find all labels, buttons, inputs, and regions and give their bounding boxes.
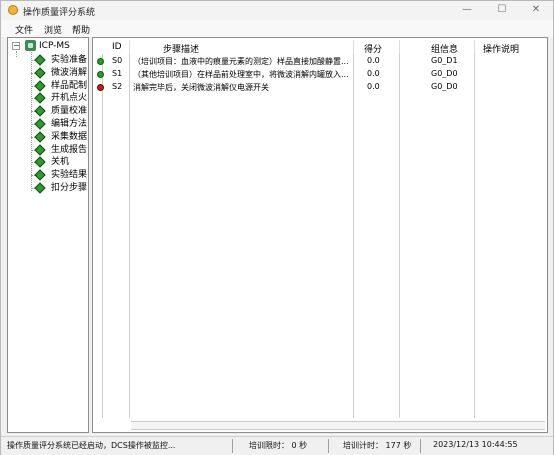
step-node-icon	[34, 144, 46, 156]
step-node-icon	[34, 131, 46, 143]
status-green-icon	[97, 58, 104, 65]
tree-item-label: 开机点火	[51, 93, 88, 103]
tree-root[interactable]: − ICP-MS	[8, 40, 88, 52]
grid-line	[129, 54, 130, 418]
menu-file[interactable]: 文件	[15, 23, 33, 36]
menu-help[interactable]: 帮助	[72, 23, 90, 36]
horizontal-scrollbar[interactable]	[131, 421, 545, 430]
step-node-icon	[34, 92, 46, 104]
row-id: S1	[112, 69, 123, 78]
row-id: S2	[112, 82, 123, 91]
row-group: G0_D0	[431, 82, 458, 91]
tree-item-label: 实验结果	[51, 170, 88, 180]
tree-item-deductions[interactable]: 扣分步骤	[8, 182, 88, 194]
row-score: 0.0	[367, 82, 380, 91]
window-title: 操作质量评分系统	[23, 8, 96, 18]
row-score: 0.0	[367, 69, 380, 78]
row-group: G0_D0	[431, 69, 458, 78]
step-node-icon	[34, 169, 46, 181]
tree-root-label: ICP-MS	[39, 41, 70, 51]
status-bar: 操作质量评分系统已经启动，DCS操作被监控... 培训限时： 0 秒 培训计时：…	[1, 436, 553, 455]
tree-item-label: 采集数据	[51, 132, 88, 142]
column-header-group[interactable]: 组信息	[431, 42, 458, 55]
status-datetime: 2023/12/13 10:44:55	[433, 440, 518, 449]
table-row[interactable]: S0 （培训项目：血液中的痕量元素的测定）样品直接加酸静置... 0.0 G0_…	[93, 55, 547, 68]
tree-item-calibrate[interactable]: 质量校准	[8, 105, 88, 117]
collapse-icon[interactable]: −	[12, 42, 20, 50]
tree-item-sample[interactable]: 样品配制	[8, 80, 88, 92]
main-window: 操作质量评分系统 — ☐ ✕ 文件 浏览 帮助 − ICP-MS 实验准备 微波…	[0, 0, 554, 455]
status-time-limit: 培训限时： 0 秒	[249, 441, 308, 450]
menu-bar: 文件 浏览 帮助	[1, 20, 553, 37]
step-node-icon	[34, 156, 46, 168]
close-button[interactable]: ✕	[519, 1, 553, 20]
tree-item-label: 实验准备	[51, 55, 88, 65]
column-header-description[interactable]: 步骤描述	[163, 42, 199, 55]
tree-item-report[interactable]: 生成报告	[8, 144, 88, 156]
minimize-button[interactable]: —	[450, 1, 484, 20]
step-table[interactable]: ID 步骤描述 得分 组信息 操作说明 S0 （培训项目：血液中的痕量元素的测定…	[92, 37, 548, 433]
status-message: 操作质量评分系统已经启动，DCS操作被监控...	[7, 441, 176, 450]
instrument-icon	[25, 40, 36, 51]
menu-browse[interactable]: 浏览	[44, 23, 62, 36]
step-node-icon	[34, 105, 46, 117]
tree-item-ignite[interactable]: 开机点火	[8, 92, 88, 104]
title-bar: 操作质量评分系统 — ☐ ✕	[1, 1, 553, 20]
tree-item-shutdown[interactable]: 关机	[8, 156, 88, 168]
grid-line	[399, 54, 400, 418]
tree-item-label: 扣分步骤	[51, 183, 88, 193]
row-description: （其他培训项目）在样品前处理室中，将微波消解内罐放入...	[133, 70, 349, 79]
row-id: S0	[112, 56, 123, 65]
grid-line	[353, 54, 354, 418]
row-description: 消解完毕后，关闭微波消解仪电源开关	[133, 83, 269, 92]
step-node-icon	[34, 182, 46, 194]
row-score: 0.0	[367, 56, 380, 65]
column-header-score[interactable]: 得分	[364, 42, 382, 55]
tree-item-label: 微波消解	[51, 68, 88, 78]
grid-line	[474, 54, 475, 418]
tree-item-label: 编辑方法	[51, 119, 88, 129]
step-node-icon	[34, 80, 46, 92]
app-icon	[8, 5, 18, 15]
table-row[interactable]: S2 消解完毕后，关闭微波消解仪电源开关 0.0 G0_D0	[93, 81, 547, 94]
column-header-id[interactable]: ID	[112, 42, 122, 52]
tree-item-results[interactable]: 实验结果	[8, 169, 88, 181]
step-node-icon	[34, 118, 46, 130]
status-elapsed: 培训计时： 177 秒	[343, 441, 412, 450]
grid-line	[102, 54, 103, 418]
status-red-icon	[97, 84, 104, 91]
tree-item-label: 关机	[51, 157, 70, 167]
row-group: G0_D1	[431, 56, 458, 65]
tree-item-label: 生成报告	[51, 145, 88, 155]
tree-item-label: 质量校准	[51, 106, 88, 116]
tree-item-microwave[interactable]: 微波消解	[8, 67, 88, 79]
step-node-icon	[34, 67, 46, 79]
step-tree[interactable]: − ICP-MS 实验准备 微波消解 样品配制 开机点火 质量校准 编辑方法 采…	[7, 37, 89, 433]
tree-item-method[interactable]: 编辑方法	[8, 118, 88, 130]
tree-item-prep[interactable]: 实验准备	[8, 54, 88, 66]
step-node-icon	[34, 54, 46, 66]
tree-item-label: 样品配制	[51, 81, 88, 91]
table-row[interactable]: S1 （其他培训项目）在样品前处理室中，将微波消解内罐放入... 0.0 G0_…	[93, 68, 547, 81]
maximize-button[interactable]: ☐	[485, 1, 519, 20]
column-header-note[interactable]: 操作说明	[483, 42, 519, 55]
status-green-icon	[97, 71, 104, 78]
tree-item-acquire[interactable]: 采集数据	[8, 131, 88, 143]
row-description: （培训项目：血液中的痕量元素的测定）样品直接加酸静置...	[133, 57, 349, 66]
